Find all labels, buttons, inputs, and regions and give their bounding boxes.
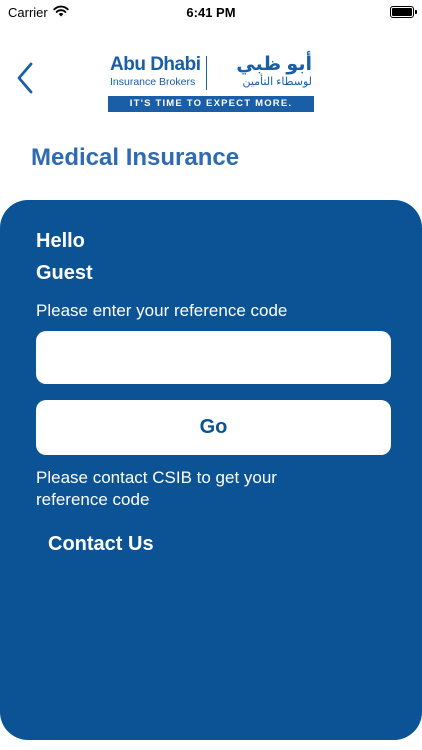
battery-level — [392, 8, 412, 16]
logo-brand-ar: أبو ظبي — [236, 54, 312, 75]
contact-us-link[interactable]: Contact Us — [48, 533, 154, 556]
logo-brand-en: Abu Dhabi — [110, 54, 201, 75]
greeting-hello: Hello — [36, 230, 85, 252]
logo-arabic: أبو ظبي لوسطاء التأمين — [213, 54, 314, 94]
wifi-icon — [53, 5, 69, 20]
logo-sub-en: Insurance Brokers — [110, 76, 196, 88]
status-bar: Carrier 6:41 PM — [0, 0, 422, 24]
contact-instructions: Please contact CSIB to get your referenc… — [36, 468, 277, 509]
greeting-name: Guest — [36, 262, 93, 284]
logo-divider — [206, 56, 207, 90]
logo-top: Abu Dhabi Insurance Brokers أبو ظبي لوسط… — [108, 54, 314, 94]
chevron-left-icon — [17, 62, 33, 94]
logo-tagline: IT'S TIME TO EXPECT MORE. — [108, 96, 314, 112]
screen: Carrier 6:41 PM Abu Dhabi Insurance Brok… — [0, 0, 422, 750]
page-title: Medical Insurance — [31, 144, 240, 171]
logo-english: Abu Dhabi Insurance Brokers — [108, 54, 204, 94]
battery-icon — [390, 6, 417, 18]
reference-code-input[interactable] — [36, 331, 391, 384]
go-button[interactable]: Go — [36, 400, 391, 455]
reference-prompt: Please enter your reference code — [36, 301, 288, 320]
logo-sub-ar: لوسطاء التأمين — [242, 76, 312, 88]
status-left: Carrier — [8, 5, 69, 20]
company-logo: Abu Dhabi Insurance Brokers أبو ظبي لوسط… — [108, 54, 314, 114]
back-button[interactable] — [10, 58, 40, 98]
carrier-label: Carrier — [8, 4, 48, 20]
